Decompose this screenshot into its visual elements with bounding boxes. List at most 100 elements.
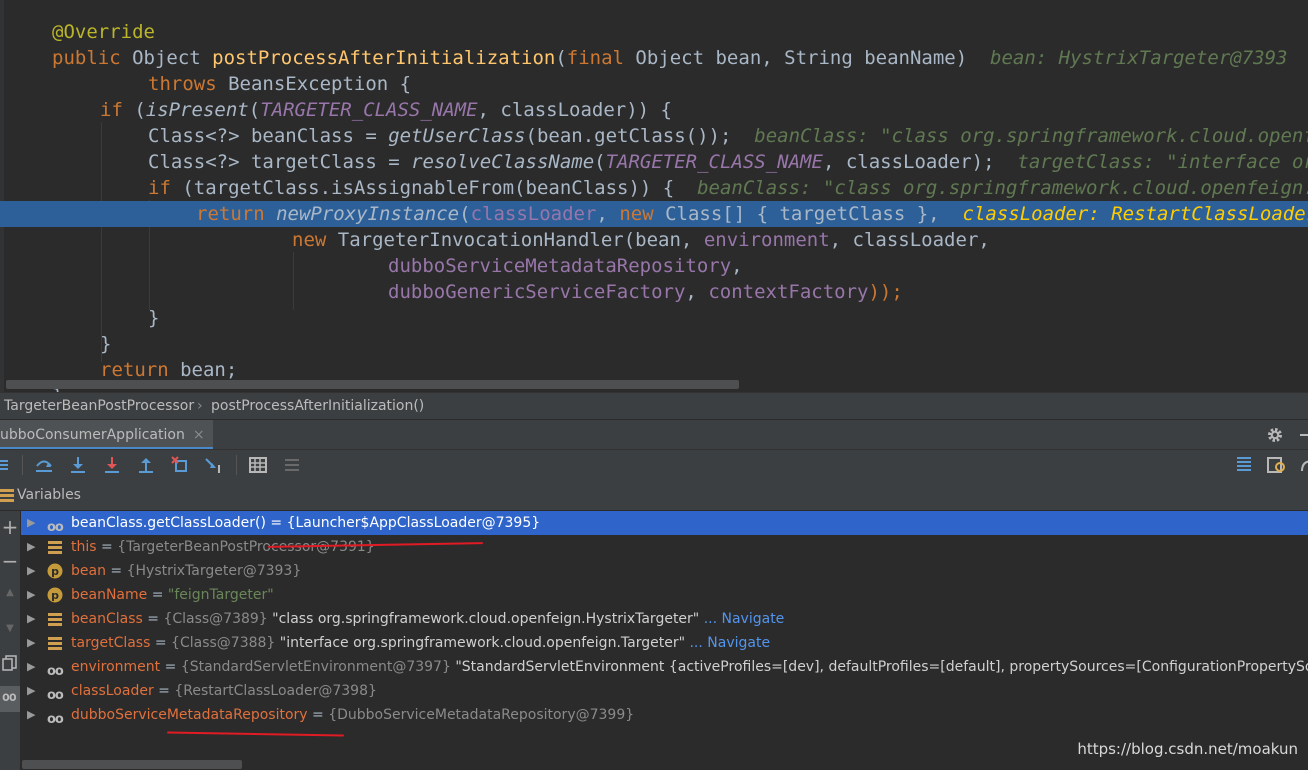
- variable-row[interactable]: ▶ beanClass = {Class@7389} "class org.spr…: [21, 607, 1308, 631]
- force-step-into-icon[interactable]: [102, 455, 122, 475]
- move-up-icon[interactable]: ▲: [0, 587, 20, 598]
- variables-tree[interactable]: ▶ oo beanClass.getClassLoader() = {Launche…: [21, 511, 1308, 770]
- show-watches-toggle[interactable]: oo: [0, 686, 20, 712]
- variable-name: this: [71, 539, 97, 555]
- code-line-1[interactable]: @Override: [52, 19, 1308, 45]
- move-down-icon[interactable]: ▼: [0, 623, 20, 634]
- variable-name: classLoader: [71, 683, 154, 699]
- restore-layout-icon[interactable]: [1266, 455, 1286, 475]
- navigate-link[interactable]: ... Navigate: [699, 611, 785, 627]
- variable-text: beanClass = {Class@7389} "class org.spri…: [71, 607, 784, 631]
- variable-row[interactable]: ▶ oo classLoader = {RestartClassLoader@739…: [21, 679, 1308, 703]
- run-to-cursor-icon[interactable]: [204, 455, 224, 475]
- variable-text: dubboServiceMetadataRepository = {DubboS…: [71, 703, 634, 727]
- code-line-4[interactable]: if (isPresent(TARGETER_CLASS_NAME, class…: [100, 97, 1308, 123]
- code-text: BeansException {: [216, 73, 412, 95]
- tab-label: ubboConsumerApplication: [0, 427, 185, 443]
- breadcrumb-method[interactable]: postProcessAfterInitialization(): [211, 393, 424, 420]
- navigate-link[interactable]: ... Navigate: [685, 635, 770, 651]
- step-into-icon[interactable]: [68, 455, 88, 475]
- more-icon[interactable]: [1298, 455, 1308, 475]
- code-editor[interactable]: @Override public Object postProcessAfter…: [0, 0, 1308, 392]
- variable-reference: {StandardServletEnvironment@7397}: [180, 659, 451, 675]
- code-text: (: [459, 203, 471, 225]
- gear-icon[interactable]: [1266, 426, 1284, 444]
- remove-watch-icon[interactable]: −: [0, 549, 20, 573]
- field: dubboServiceMetadataRepository: [388, 255, 732, 277]
- watch-icon: oo: [47, 664, 64, 679]
- expand-arrow-icon[interactable]: ▶: [27, 631, 35, 655]
- inline-debug-hint: beanClass: "class org.springframework.cl…: [697, 177, 1308, 199]
- step-out-icon[interactable]: [136, 455, 156, 475]
- breadcrumb: TargeterBeanPostProcessor › postProcessA…: [0, 392, 1308, 420]
- trace-stream-icon[interactable]: [282, 455, 302, 475]
- breadcrumb-class[interactable]: TargeterBeanPostProcessor: [4, 393, 194, 420]
- code-text: , classLoader,: [829, 229, 990, 251]
- code-line-7[interactable]: if (targetClass.isAssignableFrom(beanCla…: [148, 175, 1308, 201]
- variables-horizontal-scrollbar[interactable]: [22, 760, 242, 769]
- expand-arrow-icon[interactable]: ▶: [27, 607, 35, 631]
- tab-debug-session[interactable]: ubboConsumerApplication ×: [0, 420, 213, 450]
- variable-text: environment = {StandardServletEnvironmen…: [71, 655, 1308, 679]
- keyword: new: [619, 203, 654, 225]
- code-text: }: [100, 333, 112, 355]
- expand-arrow-icon[interactable]: ▶: [27, 583, 35, 607]
- variable-name: beanName: [71, 587, 148, 603]
- variable-reference: {Launcher$AppClassLoader@7395}: [286, 515, 541, 531]
- code-text: ,: [731, 255, 743, 277]
- variable-row[interactable]: ▶ p beanName = "feignTargeter": [21, 583, 1308, 607]
- equals-sign: =: [265, 515, 287, 531]
- variable-string-value: "feignTargeter": [167, 587, 274, 603]
- minimize-icon[interactable]: [1300, 434, 1308, 436]
- field: contextFactory: [708, 281, 869, 303]
- expand-arrow-icon[interactable]: ▶: [27, 679, 35, 703]
- svg-text:p: p: [51, 589, 59, 602]
- code-line-11[interactable]: dubboGenericServiceFactory, contextFacto…: [388, 279, 1308, 305]
- variable-reference: {DubboServiceMetadataRepository@7399}: [328, 707, 635, 723]
- variable-value: "class org.springframework.cloud.openfei…: [267, 611, 700, 627]
- code-line-5[interactable]: Class<?> beanClass = getUserClass(bean.g…: [148, 123, 1308, 149]
- variable-row[interactable]: ▶ oo dubboServiceMetadataRepository = {Dub…: [21, 703, 1308, 727]
- code-text: }: [148, 307, 160, 329]
- step-over-icon[interactable]: [34, 455, 54, 475]
- code-line-10[interactable]: dubboServiceMetadataRepository,: [388, 253, 1308, 279]
- code-line-3[interactable]: throws BeansException {: [148, 71, 1308, 97]
- variable-reference: {Class@7389}: [163, 611, 268, 627]
- field-icon: [47, 635, 63, 651]
- code-line-13[interactable]: }: [100, 331, 1308, 357]
- toolbar-divider: [236, 455, 237, 475]
- code-line-9[interactable]: new TargeterInvocationHandler(bean, envi…: [292, 227, 1308, 253]
- keyword: new: [292, 229, 327, 251]
- add-watch-icon[interactable]: +: [0, 515, 20, 539]
- evaluate-expression-icon[interactable]: [248, 455, 268, 475]
- expand-arrow-icon[interactable]: ▶: [27, 655, 35, 679]
- variable-name: beanClass.getClassLoader(): [71, 515, 266, 531]
- frames-menu-icon[interactable]: [0, 455, 20, 475]
- method-name: postProcessAfterInitialization: [212, 47, 556, 69]
- variable-name: targetClass: [71, 635, 151, 651]
- expand-arrow-icon[interactable]: ▶: [27, 535, 35, 559]
- parameter-icon: p: [47, 587, 63, 603]
- close-icon[interactable]: ×: [193, 427, 205, 443]
- variable-row[interactable]: ▶ oo beanClass.getClassLoader() = {Launche…: [21, 511, 1308, 535]
- variable-row[interactable]: ▶ p bean = {HystrixTargeter@7393}: [21, 559, 1308, 583]
- code-line-12[interactable]: }: [148, 305, 1308, 331]
- drop-frame-icon[interactable]: [170, 455, 190, 475]
- equals-sign: =: [147, 587, 168, 603]
- code-line-6[interactable]: Class<?> targetClass = resolveClassName(…: [148, 149, 1308, 175]
- editor-horizontal-scrollbar[interactable]: [6, 380, 739, 389]
- show-all-frames-icon[interactable]: [1234, 455, 1254, 475]
- current-execution-line[interactable]: return newProxyInstance(classLoader, new…: [0, 201, 1308, 227]
- expand-arrow-icon[interactable]: ▶: [27, 559, 35, 583]
- copy-icon[interactable]: [2, 655, 18, 671]
- code-text: (: [248, 99, 261, 121]
- expand-arrow-icon[interactable]: ▶: [27, 511, 35, 535]
- indent-guide: [293, 252, 294, 310]
- variable-row[interactable]: ▶ targetClass = {Class@7388} "interface o…: [21, 631, 1308, 655]
- variable-row[interactable]: ▶ this = {TargeterBeanPostProcessor@7391}: [21, 535, 1308, 559]
- variable-row[interactable]: ▶ oo environment = {StandardServletEnviron…: [21, 655, 1308, 679]
- inline-debug-hint: bean: HystrixTargeter@7393: [990, 47, 1288, 69]
- glasses-icon: oo: [2, 690, 17, 705]
- expand-arrow-icon[interactable]: ▶: [27, 703, 35, 727]
- code-line-2[interactable]: public Object postProcessAfterInitializa…: [52, 45, 1308, 71]
